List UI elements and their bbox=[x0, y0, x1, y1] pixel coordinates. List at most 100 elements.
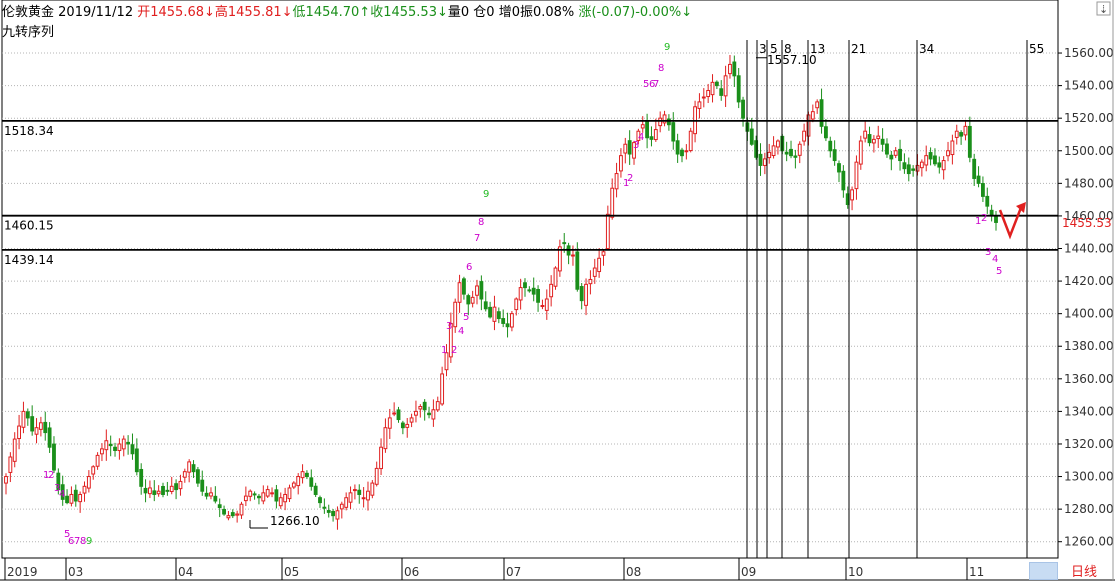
low-price: 低1454.70↑ bbox=[292, 5, 371, 20]
candle-body bbox=[352, 489, 357, 492]
x-tick-label: 04 bbox=[178, 565, 193, 579]
candle-body bbox=[985, 195, 990, 207]
candle-body bbox=[728, 63, 732, 75]
candle-body bbox=[723, 75, 728, 97]
candle-body bbox=[976, 175, 981, 184]
candle-body bbox=[797, 143, 802, 156]
candle-body bbox=[880, 138, 885, 145]
candle-body bbox=[645, 120, 650, 139]
td-count-label: 6 bbox=[466, 262, 472, 273]
candle-body bbox=[339, 503, 344, 510]
fib-label: 34 bbox=[919, 42, 934, 56]
candle-body bbox=[379, 446, 383, 470]
td-count-label: 1 bbox=[441, 345, 447, 356]
candle-body bbox=[361, 497, 366, 500]
candle-body bbox=[837, 163, 841, 173]
x-tick-label: 05 bbox=[284, 565, 299, 579]
candle-body bbox=[8, 456, 13, 473]
candle-body bbox=[714, 81, 719, 87]
candle-body bbox=[265, 489, 270, 497]
candle-body bbox=[52, 443, 56, 471]
candle-body bbox=[863, 130, 868, 139]
candle-body bbox=[771, 145, 776, 157]
candle-body bbox=[121, 438, 126, 450]
candle-body bbox=[514, 298, 519, 311]
candle-body bbox=[143, 487, 148, 494]
candle-body bbox=[789, 148, 793, 157]
candle-body bbox=[605, 213, 610, 250]
td-count-label: 5 bbox=[996, 266, 1002, 277]
candle-body bbox=[571, 254, 575, 257]
candle-body bbox=[113, 446, 117, 451]
candle-body bbox=[392, 412, 397, 415]
candle-body bbox=[344, 497, 349, 508]
indicator-label[interactable]: 九转序列 bbox=[2, 21, 54, 40]
candle-body bbox=[318, 497, 322, 504]
candlestick-chart[interactable]: 1260.00 1280.00 1300.00 1320.00 1340.00 1360.… bbox=[0, 0, 1115, 581]
candle-body bbox=[823, 126, 828, 139]
candle-body bbox=[152, 490, 157, 495]
candle-body bbox=[204, 492, 209, 497]
candle-body bbox=[405, 423, 410, 428]
candle-body bbox=[671, 122, 676, 142]
candle-body bbox=[86, 476, 91, 489]
plot-frame bbox=[1, 0, 1059, 559]
candle-body bbox=[226, 515, 231, 519]
candle-body bbox=[43, 421, 48, 434]
candle-body bbox=[357, 489, 362, 495]
candle-body bbox=[619, 155, 623, 172]
candle-body bbox=[706, 89, 711, 98]
candle-body bbox=[553, 267, 558, 287]
candle-body bbox=[549, 283, 554, 298]
candle-body bbox=[649, 136, 654, 140]
candle-body bbox=[767, 151, 772, 159]
candle-body bbox=[30, 416, 35, 432]
candle-body bbox=[222, 508, 226, 515]
period-tab-daily[interactable]: 日线 bbox=[1071, 561, 1097, 580]
level-label: 1518.34 bbox=[4, 124, 54, 138]
candle-body bbox=[235, 513, 240, 516]
td-count-label: 8 bbox=[658, 63, 664, 74]
close-price: 收1455.53↓ bbox=[370, 5, 448, 20]
candle-body bbox=[954, 130, 959, 138]
td-count-label: 4 bbox=[638, 132, 644, 143]
candle-body bbox=[440, 373, 445, 405]
candle-body bbox=[305, 472, 309, 478]
candle-body bbox=[946, 150, 950, 157]
candle-body bbox=[383, 427, 388, 450]
candle-body bbox=[776, 140, 780, 148]
x-tick-label: 2019 bbox=[7, 565, 38, 579]
candle-body bbox=[972, 158, 977, 179]
candle-body bbox=[414, 410, 418, 416]
candle-body bbox=[819, 99, 824, 127]
td-count-label: 7 bbox=[653, 79, 659, 90]
candle-body bbox=[78, 493, 83, 503]
candle-body bbox=[335, 510, 340, 520]
td-count-label: 4 bbox=[992, 254, 998, 265]
candle-body bbox=[326, 510, 331, 513]
candle-body bbox=[470, 296, 475, 304]
trend-arrow-head bbox=[1016, 202, 1026, 213]
candle-body bbox=[95, 454, 100, 467]
candle-body bbox=[322, 506, 327, 509]
td-count-label: 2 bbox=[627, 173, 633, 184]
x-tick-label: 06 bbox=[404, 565, 419, 579]
candle-body bbox=[261, 492, 266, 502]
candle-body bbox=[483, 301, 488, 310]
x-tick-label: 08 bbox=[626, 565, 641, 579]
candle-body bbox=[108, 443, 113, 447]
candle-body bbox=[579, 286, 584, 302]
candle-body bbox=[139, 468, 144, 487]
scroll-button[interactable] bbox=[1029, 562, 1058, 580]
candle-body bbox=[810, 111, 815, 120]
y-tick-label: 1320.00 bbox=[1064, 437, 1114, 451]
y-tick-label: 1360.00 bbox=[1064, 372, 1114, 386]
candle-body bbox=[536, 288, 540, 303]
candle-body bbox=[697, 101, 702, 109]
price-change: 涨(-0.07)-0.00%↓ bbox=[578, 5, 693, 20]
candle-body bbox=[479, 281, 484, 300]
candle-body bbox=[165, 489, 170, 492]
candle-body bbox=[21, 410, 26, 428]
candle-body bbox=[815, 101, 820, 109]
td-count-label: 9 bbox=[483, 189, 489, 200]
